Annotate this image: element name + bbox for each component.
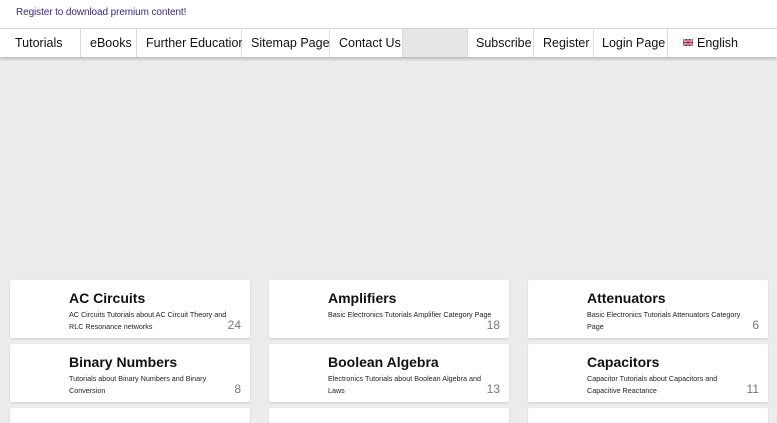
nav-contact-label: Contact Us [339, 36, 401, 50]
nav-language-label: English [697, 36, 738, 50]
card-title: Capacitors [587, 354, 660, 370]
card-post-count: 13 [486, 382, 500, 396]
card-post-count: 6 [752, 318, 759, 332]
category-card-capacitors[interactable]: Capacitors Capacitor Tutorials about Cap… [528, 344, 768, 402]
category-card-binary-numbers[interactable]: Binary Numbers Tutorials about Binary Nu… [10, 344, 250, 402]
card-title: Binary Numbers [69, 354, 178, 370]
card-title: Attenuators [587, 290, 666, 306]
nav-further-education[interactable]: Further Education [137, 29, 246, 57]
card-title: Amplifiers [328, 290, 397, 306]
top-bar: Register to download premium content! [0, 0, 777, 28]
category-card-ac-circuits[interactable]: AC Circuits AC Circuits Tutorials about … [10, 280, 250, 338]
card-post-count: 8 [234, 382, 241, 396]
nav-register[interactable]: Register [534, 29, 594, 57]
nav-subscribe[interactable]: Subscribe [467, 29, 534, 57]
nav-login[interactable]: Login Page [594, 29, 668, 57]
nav-ebooks[interactable]: eBooks [81, 29, 137, 57]
card-description: AC Circuits Tutorials about AC Circuit T… [69, 310, 227, 331]
nav-register-label: Register [543, 36, 590, 50]
nav-contact[interactable]: Contact Us [330, 29, 403, 57]
card-title: AC Circuits [69, 290, 146, 306]
card-post-count: 24 [227, 318, 241, 332]
card-description: Basic Electronics Tutorials Attenuators … [587, 310, 741, 331]
card-post-count: 18 [486, 318, 500, 332]
nav-subscribe-label: Subscribe [476, 36, 532, 50]
main-navigation: Tutorials eBooks Further Education Sitem… [0, 28, 777, 57]
nav-further-education-label: Further Education [146, 36, 246, 50]
nav-tutorials[interactable]: Tutorials [0, 29, 81, 57]
category-card-partial[interactable] [269, 408, 509, 423]
category-card-attenuators[interactable]: Attenuators Basic Electronics Tutorials … [528, 280, 768, 338]
nav-language-selector[interactable]: English [668, 29, 777, 57]
category-card-partial[interactable] [528, 408, 768, 423]
register-premium-link[interactable]: Register to download premium content! [16, 7, 186, 18]
card-description: Basic Electronics Tutorials Amplifier Ca… [328, 310, 492, 319]
nav-ebooks-label: eBooks [90, 36, 132, 50]
card-description: Electronics Tutorials about Boolean Alge… [328, 374, 482, 395]
category-card-boolean-algebra[interactable]: Boolean Algebra Electronics Tutorials ab… [269, 344, 509, 402]
uk-flag-icon [683, 39, 693, 47]
card-description: Tutorials about Binary Numbers and Binar… [69, 374, 207, 395]
nav-sitemap[interactable]: Sitemap Page [242, 29, 330, 57]
card-title: Boolean Algebra [328, 354, 439, 370]
nav-sitemap-label: Sitemap Page [251, 36, 330, 50]
card-description: Capacitor Tutorials about Capacitors and… [587, 374, 718, 395]
category-card-partial[interactable] [10, 408, 250, 423]
card-post-count: 11 [746, 382, 759, 396]
nav-tutorials-label: Tutorials [15, 36, 63, 50]
category-card-amplifiers[interactable]: Amplifiers Basic Electronics Tutorials A… [269, 280, 509, 338]
nav-login-label: Login Page [602, 36, 666, 50]
